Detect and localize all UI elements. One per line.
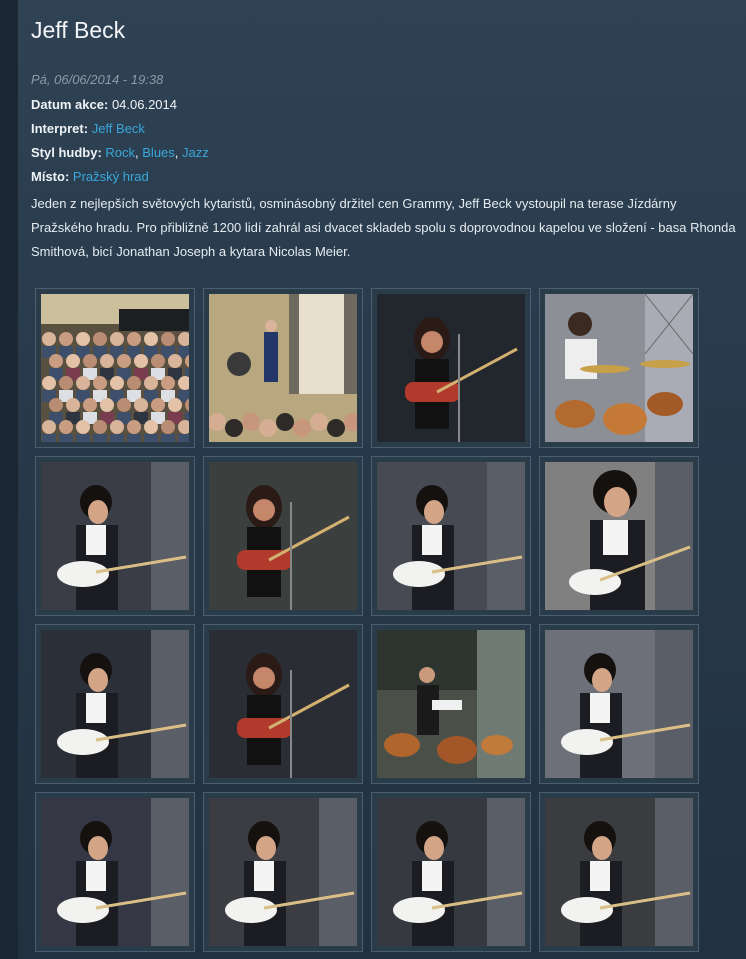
genre-link-rock[interactable]: Rock — [105, 145, 135, 160]
gallery-thumbnail[interactable] — [203, 624, 363, 784]
artist-row: Interpret: Jeff Beck — [31, 121, 145, 136]
concert-photo — [41, 630, 189, 778]
article-title: Jeff Beck — [31, 17, 126, 43]
gallery-thumbnail[interactable] — [539, 456, 699, 616]
concert-photo — [209, 294, 357, 442]
concert-photo — [41, 294, 189, 442]
artist-link[interactable]: Jeff Beck — [92, 121, 145, 136]
gallery-thumbnail[interactable] — [203, 792, 363, 952]
genre-row: Styl hudby: Rock, Blues, Jazz — [31, 145, 209, 160]
event-date-row: Datum akce: 04.06.2014 — [31, 97, 177, 112]
gallery-thumbnail[interactable] — [371, 792, 531, 952]
concert-photo — [41, 462, 189, 610]
left-strip — [0, 0, 18, 959]
gallery-thumbnail[interactable] — [35, 288, 195, 448]
concert-photo — [377, 294, 525, 442]
gallery-thumbnail[interactable] — [539, 792, 699, 952]
artist-label: Interpret: — [31, 121, 89, 136]
gallery-thumbnail[interactable] — [35, 456, 195, 616]
gallery-thumbnail[interactable] — [539, 624, 699, 784]
concert-photo — [545, 462, 693, 610]
article-description: Jeden z nejlepších světových kytaristů, … — [31, 196, 736, 259]
gallery-thumbnail[interactable] — [203, 456, 363, 616]
genre-link-jazz[interactable]: Jazz — [182, 145, 209, 160]
place-row: Místo: Pražský hrad — [31, 169, 149, 184]
event-date-label: Datum akce: — [31, 97, 109, 112]
concert-photo — [545, 630, 693, 778]
page: Jeff Beck Pá, 06/06/2014 - 19:38 Datum a… — [0, 0, 746, 959]
place-label: Místo: — [31, 169, 70, 184]
concert-photo — [377, 630, 525, 778]
post-date: Pá, 06/06/2014 - 19:38 — [31, 72, 164, 87]
place-link[interactable]: Pražský hrad — [73, 169, 149, 184]
concert-photo — [377, 798, 525, 946]
gallery-thumbnail[interactable] — [35, 624, 195, 784]
gallery-thumbnail[interactable] — [35, 792, 195, 952]
gallery-thumbnail[interactable] — [539, 288, 699, 448]
event-date-value: 04.06.2014 — [111, 97, 178, 112]
gallery-thumbnail[interactable] — [371, 288, 531, 448]
gallery-thumbnail[interactable] — [371, 624, 531, 784]
gallery-thumbnail[interactable] — [371, 456, 531, 616]
concert-photo — [545, 798, 693, 946]
concert-photo — [377, 462, 525, 610]
concert-photo — [209, 462, 357, 610]
concert-photo — [209, 798, 357, 946]
concert-photo — [41, 798, 189, 946]
gallery-thumbnail[interactable] — [203, 288, 363, 448]
genre-label: Styl hudby: — [31, 145, 102, 160]
concert-photo — [209, 630, 357, 778]
concert-photo — [545, 294, 693, 442]
genre-link-blues[interactable]: Blues — [142, 145, 175, 160]
